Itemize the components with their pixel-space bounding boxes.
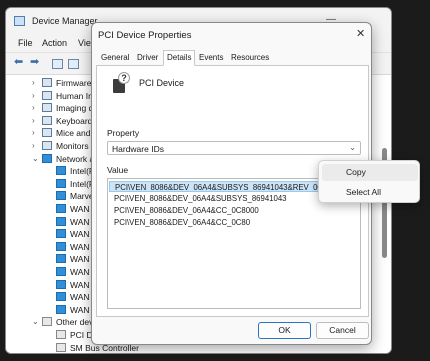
unknown-device-icon: ? [109, 72, 131, 95]
network-adapter-icon [56, 292, 66, 302]
context-menu-select-all[interactable]: Select All [322, 184, 418, 201]
property-dropdown[interactable]: Hardware IDs ⌄ [107, 141, 361, 155]
tree-item-label: Firmware [56, 78, 92, 88]
device-name: PCI Device [139, 78, 185, 88]
tab-driver[interactable]: Driver [134, 51, 161, 66]
warning-device-icon [42, 317, 52, 327]
network-adapter-icon [56, 216, 66, 226]
dialog-title: PCI Device Properties [98, 30, 192, 41]
network-adapter-icon [56, 166, 66, 176]
network-adapter-icon [56, 178, 66, 188]
unknown-device-icon [56, 342, 66, 352]
network-adapter-icon [56, 241, 66, 251]
network-adapter-icon [56, 267, 66, 276]
tree-item-label: WAN [70, 241, 90, 252]
back-arrow-icon[interactable]: ⬅ [14, 57, 25, 68]
cancel-button[interactable]: Cancel [316, 322, 369, 339]
network-adapter-icon [56, 304, 66, 314]
tree-item-label: Monitors [56, 141, 89, 151]
context-menu: Copy Select All [318, 160, 420, 203]
chevron-right-icon[interactable]: › [32, 78, 35, 87]
context-menu-copy[interactable]: Copy [322, 164, 418, 181]
properties-toolbar-icon[interactable] [52, 59, 63, 69]
device-manager-icon [14, 16, 25, 26]
network-icon [42, 153, 52, 163]
menu-action[interactable]: Action [42, 38, 67, 48]
keyboard-icon [42, 115, 52, 125]
chevron-right-icon[interactable]: › [32, 128, 35, 137]
tab-details[interactable]: Details [163, 50, 196, 66]
mouse-icon [42, 128, 52, 138]
property-dropdown-value: Hardware IDs [112, 144, 164, 154]
tree-item-label: WAN [70, 204, 90, 214]
tree-item-label: WAN [70, 254, 90, 265]
hid-icon [42, 90, 52, 100]
chevron-down-icon[interactable]: ⌄ [32, 154, 39, 163]
network-adapter-icon [56, 229, 66, 239]
chevron-right-icon[interactable]: › [32, 103, 35, 112]
value-row[interactable]: PCI\VEN_8086&DEV_06A4&CC_0C8000 [109, 205, 359, 216]
tree-item-label: WAN [70, 229, 90, 240]
device-manager-title: Device Manager [32, 16, 98, 26]
tab-resources[interactable]: Resources [228, 51, 272, 66]
unknown-device-icon [56, 330, 66, 339]
network-adapter-icon [56, 254, 66, 264]
chevron-down-icon[interactable]: ⌄ [32, 317, 39, 326]
tree-item-label: WAN [70, 304, 90, 315]
network-adapter-icon [56, 191, 66, 201]
forward-arrow-icon[interactable]: ➡ [30, 57, 41, 68]
chevron-right-icon[interactable]: › [32, 91, 35, 100]
tree-item-label: WAN [70, 216, 90, 227]
tab-events[interactable]: Events [196, 51, 226, 66]
tab-general[interactable]: General [98, 51, 132, 66]
tree-item-label: WAN [70, 292, 90, 303]
menu-file[interactable]: File [18, 38, 33, 48]
value-row[interactable]: PCI\VEN_8086&DEV_06A4&CC_0C80 [109, 217, 359, 228]
property-label: Property [107, 128, 140, 138]
update-driver-toolbar-icon[interactable] [68, 59, 79, 69]
network-adapter-icon [56, 204, 66, 213]
camera-icon [42, 103, 52, 113]
firmware-icon [42, 78, 52, 87]
tree-item-label: WAN [70, 279, 90, 290]
network-adapter-icon [56, 279, 66, 289]
tree-item-label: WAN [70, 267, 90, 277]
chevron-right-icon[interactable]: › [32, 141, 35, 150]
tab-strip: General Driver Details Events Resources [96, 50, 369, 66]
chevron-right-icon[interactable]: › [32, 116, 35, 125]
monitor-icon [42, 141, 52, 150]
value-label: Value [107, 165, 129, 175]
ok-button[interactable]: OK [258, 322, 311, 339]
close-icon[interactable]: ✕ [356, 27, 365, 40]
chevron-down-icon: ⌄ [349, 143, 356, 152]
